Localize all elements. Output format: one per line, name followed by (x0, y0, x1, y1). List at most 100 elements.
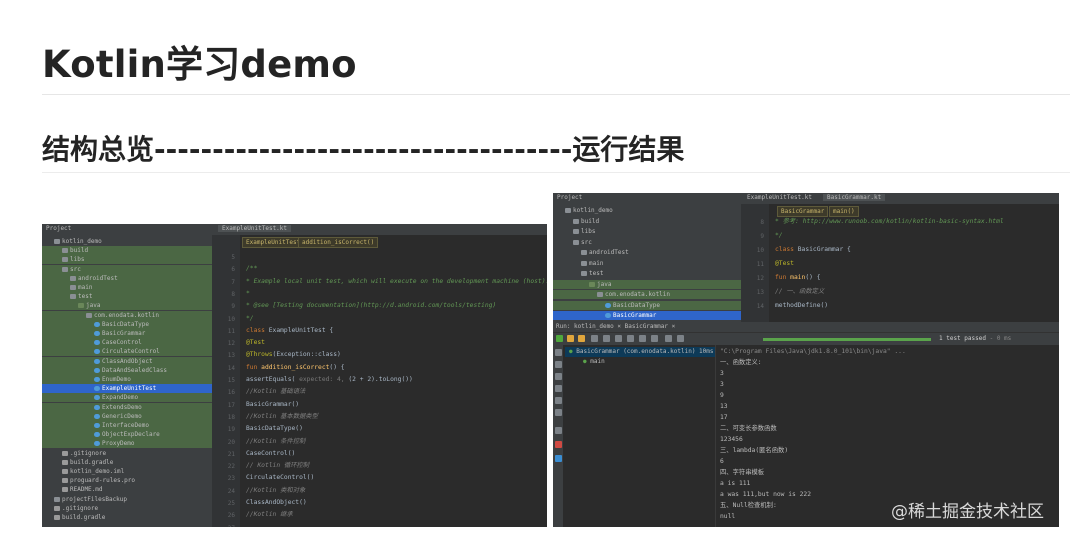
tree-item[interactable]: DataAndSealedClass (42, 365, 212, 375)
help-icon[interactable] (555, 455, 562, 462)
tree-item-label: BasicGrammar (613, 312, 657, 319)
print-icon[interactable] (555, 373, 562, 380)
code-token: * Example local unit test, which will ex… (246, 277, 547, 285)
tree-item[interactable]: androidTest (42, 273, 212, 283)
settings-icon[interactable] (677, 335, 684, 342)
tree-item[interactable]: com.enodata.kotlin (42, 310, 212, 320)
code-line: //Kotlin 继承 (246, 509, 293, 521)
tree-item[interactable]: src (553, 238, 741, 247)
run-tabs[interactable]: Run: kotlin_demo × BasicGrammar × (553, 322, 1059, 333)
expand-all-icon[interactable] (615, 335, 622, 342)
code-token: * 参考: http://www.runoob.com/kotlin/kotli… (775, 218, 1004, 225)
editor-tab[interactable]: ExampleUnitTest.kt (747, 194, 812, 201)
tree-item-label: src (581, 238, 592, 246)
tree-item[interactable]: ObjectExpDeclare (42, 430, 212, 440)
folder-icon (70, 275, 76, 281)
tree-item-label: main (78, 284, 93, 291)
tree-item[interactable]: BasicDataType (553, 300, 741, 310)
breadcrumb-method[interactable]: addition_isCorrect() (298, 237, 379, 248)
tree-item[interactable]: src (42, 264, 212, 274)
tree-item[interactable]: ClassAndObject (42, 356, 212, 366)
tree-item[interactable]: GenericDemo (42, 411, 212, 421)
run-side-toolbar (553, 345, 563, 527)
test-node[interactable]: ● BasicGrammar (com.enodata.kotlin) 10ms (565, 347, 715, 357)
restore-icon[interactable] (555, 385, 562, 392)
pin-icon[interactable] (555, 427, 562, 434)
tree-item[interactable]: test (553, 269, 741, 278)
tree-item-label: .gitignore (62, 504, 99, 512)
stop-icon[interactable] (555, 349, 562, 356)
editor-tab[interactable]: ExampleUnitTest.kt (218, 225, 292, 232)
line-number: 14 (756, 303, 764, 310)
tree-item[interactable]: ExpandDemo (42, 393, 212, 403)
collapse-all-icon[interactable] (627, 335, 634, 342)
tree-item[interactable]: com.enodata.kotlin (553, 290, 741, 299)
ignored-filter-icon[interactable] (578, 335, 585, 342)
console-line: "C:\Program Files\Java\jdk1.8.0_101\bin\… (720, 348, 906, 355)
tree-item[interactable]: InterfaceDemo (42, 421, 212, 430)
tree-item-label: DataAndSealedClass (102, 366, 168, 374)
code-line: assertEquals( expected: 4, (2 + 2).toLon… (246, 374, 413, 386)
run-tabs-label: Run: kotlin_demo × BasicGrammar × (556, 323, 676, 330)
tree-item[interactable]: ProxyDemo (42, 439, 212, 449)
code-line: /** (246, 263, 257, 275)
title-divider (42, 94, 1070, 95)
tree-item[interactable]: projectFilesBackup (42, 495, 212, 504)
tree-item[interactable]: proguard-rules.pro (42, 476, 212, 485)
section-divider (42, 172, 1070, 173)
tree-item[interactable]: .gitignore (42, 504, 212, 513)
test-node[interactable]: ● main (565, 357, 715, 367)
test-progress-bar (763, 338, 931, 341)
tree-item[interactable]: CirculateControl (42, 347, 212, 357)
breadcrumb-class[interactable]: ExampleUnitTest (242, 237, 305, 248)
tree-item[interactable]: build (553, 217, 741, 226)
sort-duration-icon[interactable] (603, 335, 610, 342)
tree-item-label: ClassAndObject (102, 357, 153, 365)
line-number: 25 (227, 500, 235, 507)
tree-item[interactable]: BasicGrammar (42, 329, 212, 338)
tree-item[interactable]: main (42, 283, 212, 292)
tree-item[interactable]: java (42, 301, 212, 311)
scroll-icon[interactable] (555, 397, 562, 404)
tree-item-label: build (581, 217, 600, 225)
tree-item[interactable]: ExtendsDemo (42, 402, 212, 412)
tree-item[interactable]: build.gradle (42, 513, 212, 522)
folder-icon (581, 271, 587, 276)
tree-item[interactable]: androidTest (553, 248, 741, 257)
editor-tab-active[interactable]: BasicGrammar.kt (823, 194, 886, 201)
tree-item[interactable]: kotlin_demo (42, 237, 212, 246)
layout-icon[interactable] (555, 361, 562, 368)
tree-item-label: .gitignore (70, 449, 107, 457)
tree-item-label: InterfaceDemo (102, 422, 149, 429)
code-token: fun (775, 274, 791, 281)
tree-item[interactable]: BasicGrammar (553, 311, 741, 320)
tree-item[interactable]: EnumDemo (42, 375, 212, 384)
code-token: BasicGrammar() (246, 400, 300, 408)
tree-item[interactable]: kotlin_demo (553, 206, 741, 215)
tree-item[interactable]: test (42, 292, 212, 302)
tree-item[interactable]: build (42, 246, 212, 256)
sort-icon[interactable] (591, 335, 598, 342)
tree-item[interactable]: main (553, 259, 741, 268)
tree-item[interactable]: java (553, 279, 741, 289)
code-token: * (246, 289, 250, 297)
tree-item[interactable]: kotlin_demo.iml (42, 467, 212, 476)
tree-item[interactable]: build.gradle (42, 458, 212, 467)
code-token: ClassAndObject() (246, 499, 307, 506)
tree-item[interactable]: README.md (42, 485, 212, 494)
line-number: 8 (231, 290, 235, 298)
tree-item[interactable]: libs (42, 255, 212, 265)
pass-filter-icon[interactable] (567, 335, 574, 342)
tree-item[interactable]: BasicDataType (42, 319, 212, 329)
tree-item[interactable]: .gitignore (42, 449, 212, 458)
tree-item[interactable]: ExampleUnitTest (42, 384, 212, 394)
tree-item[interactable]: CaseControl (42, 338, 212, 348)
rerun-icon[interactable] (556, 335, 563, 342)
previous-icon[interactable] (639, 335, 646, 342)
export-icon[interactable] (665, 335, 672, 342)
next-icon[interactable] (651, 335, 658, 342)
close-icon[interactable] (555, 441, 562, 448)
camera-icon[interactable] (555, 409, 562, 416)
code-line: // Kotlin 循环控制 (246, 460, 309, 472)
tree-item[interactable]: libs (553, 227, 741, 236)
